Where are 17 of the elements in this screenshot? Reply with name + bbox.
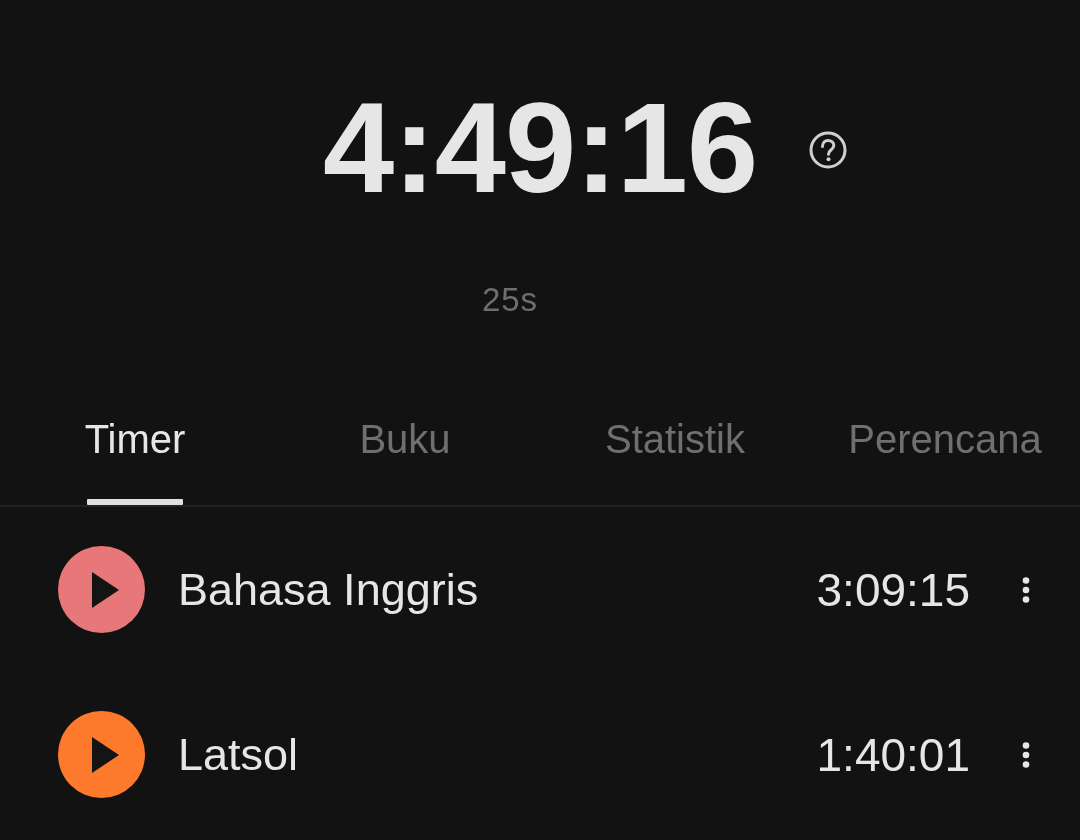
timer-name: Bahasa Inggris [178,563,480,616]
more-icon [1022,576,1030,603]
help-icon[interactable] [809,131,848,169]
play-icon [92,571,119,608]
tab[interactable]: Perencana [810,377,1080,505]
timer-name: Latsol [178,728,300,781]
play-icon [92,736,119,773]
session-time: 25s [481,283,539,317]
tab[interactable]: Statistik [540,377,810,505]
more-button[interactable] [1022,741,1030,768]
more-button[interactable] [1022,576,1030,603]
timer-time: 3:09:15 [816,563,970,616]
more-icon [1022,741,1030,768]
tab[interactable]: Timer [0,377,270,505]
total-time: 4:49:16 [322,84,758,212]
tab[interactable]: Buku [270,377,540,505]
timer-time: 1:40:01 [816,728,970,781]
